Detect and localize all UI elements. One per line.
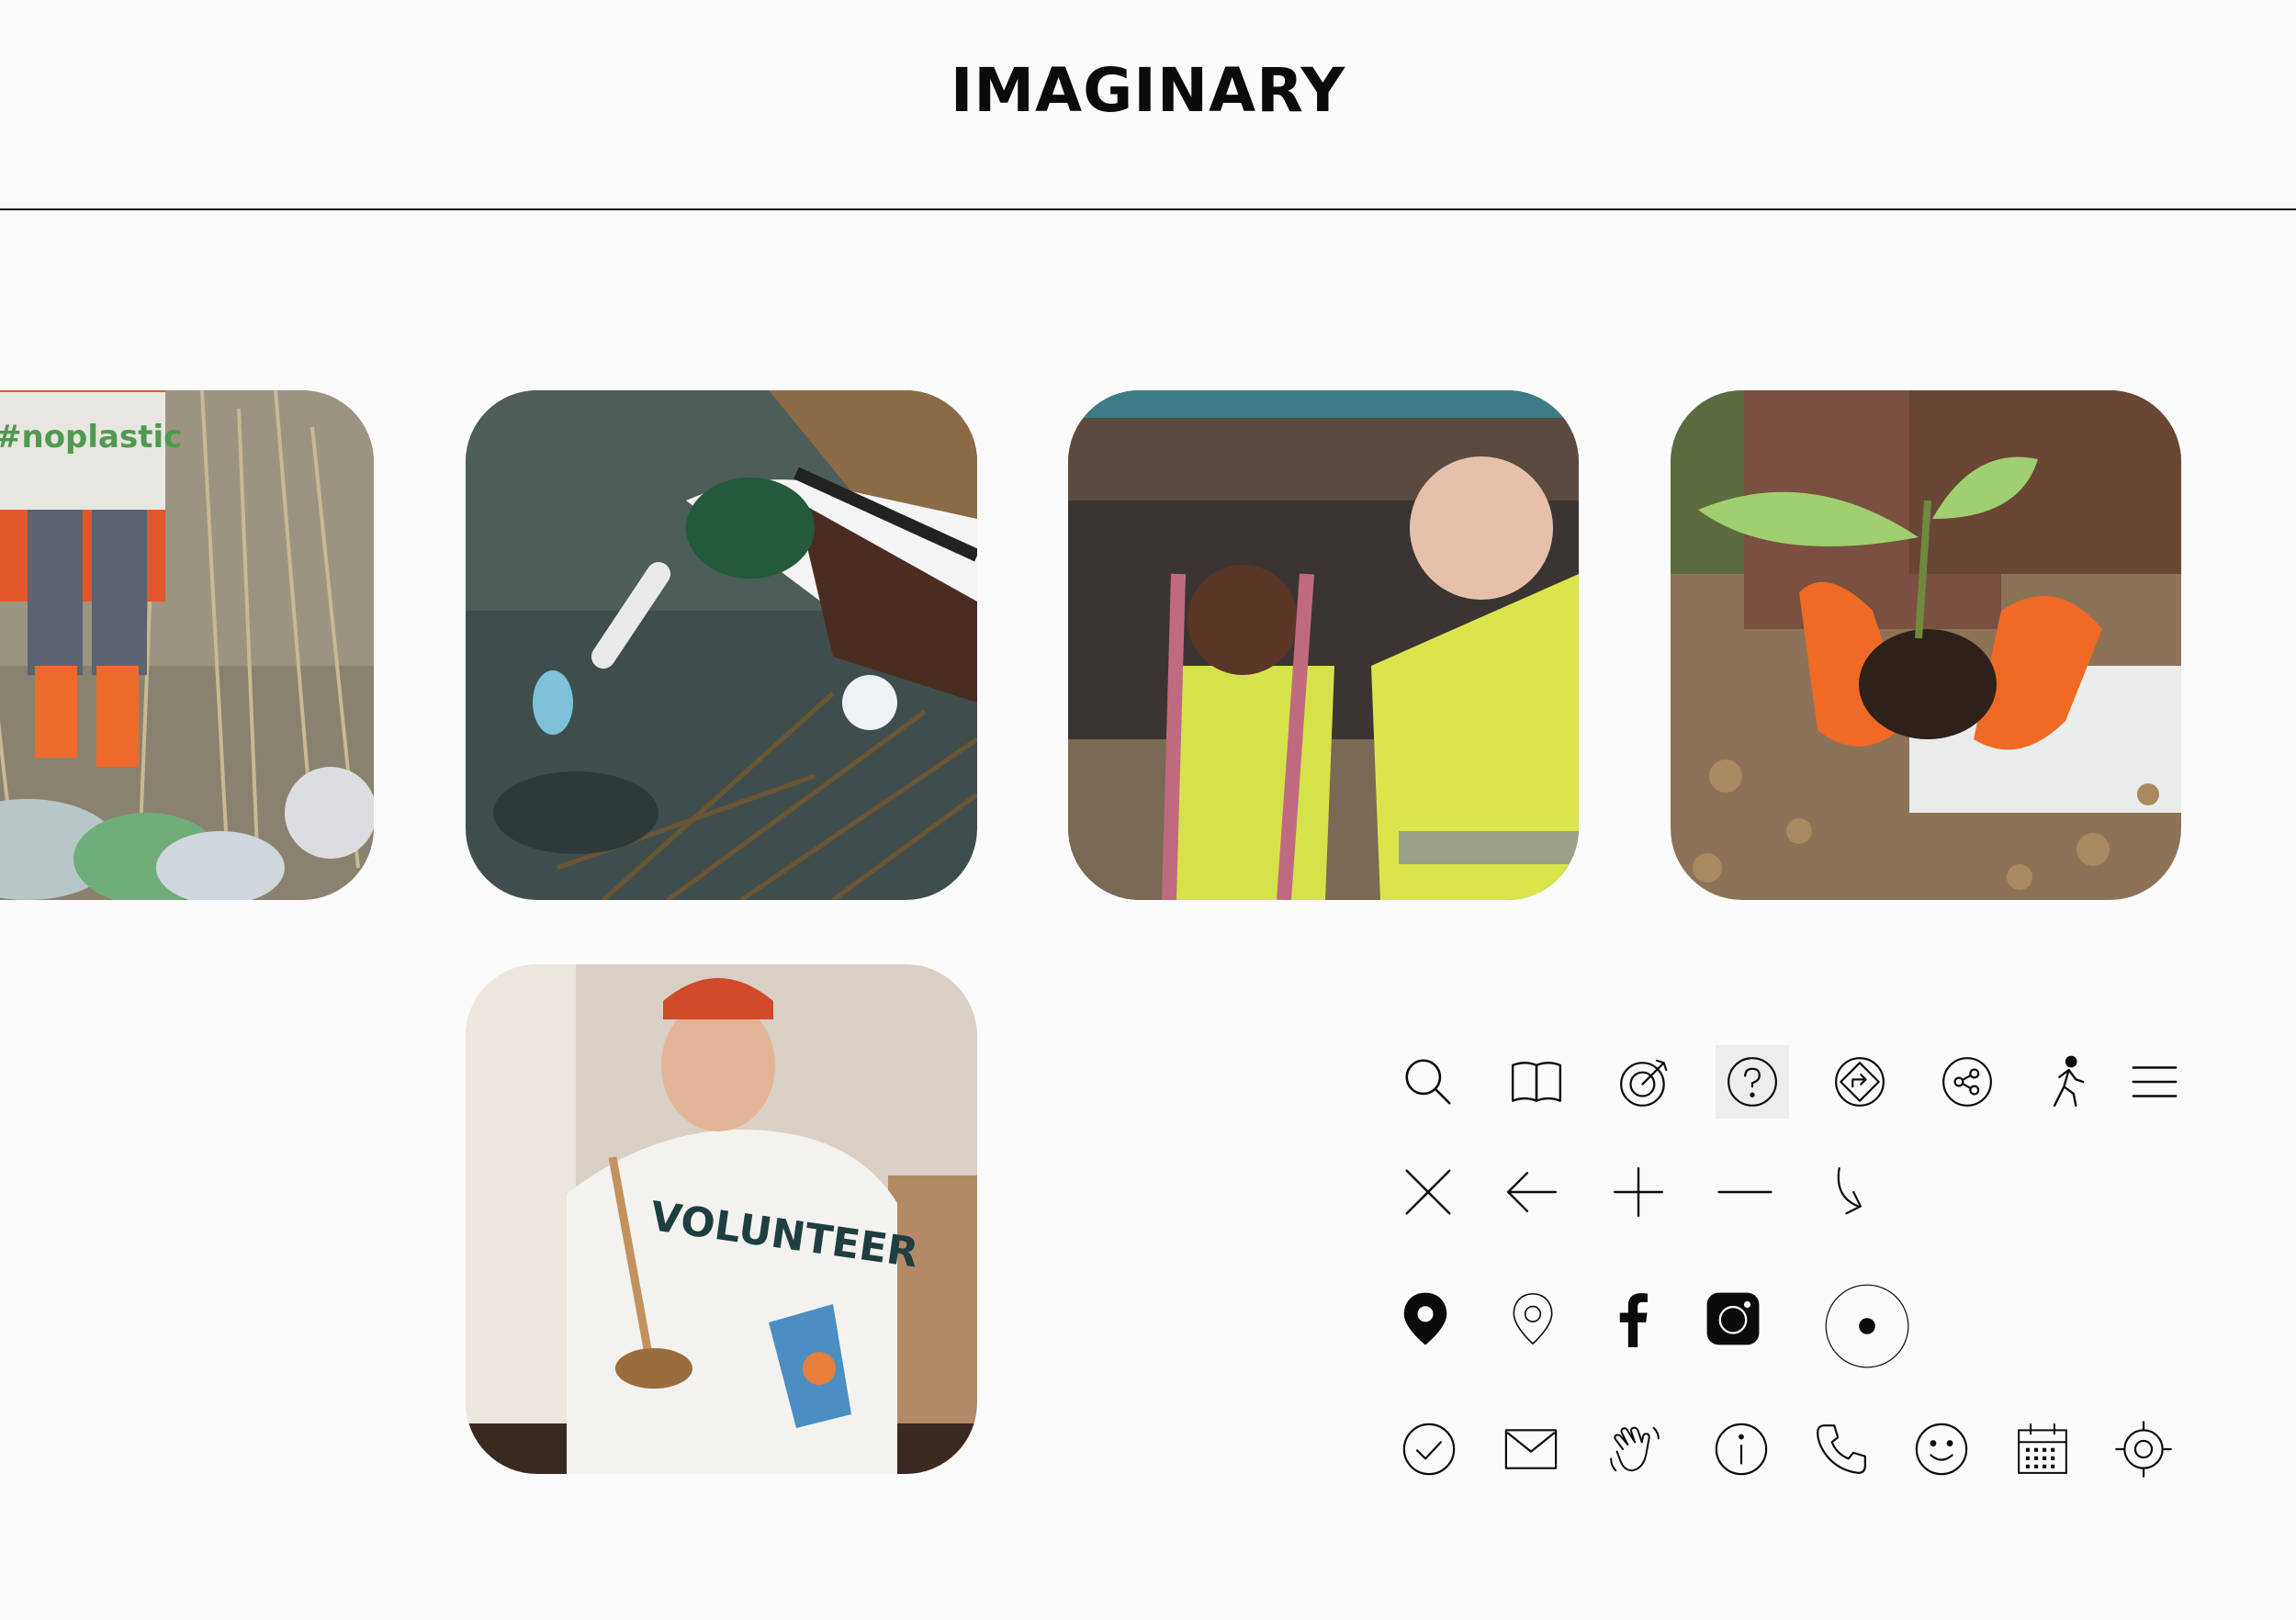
location-pin-filled-icon[interactable]: [1389, 1282, 1462, 1356]
smile-icon[interactable]: [1905, 1412, 1978, 1486]
sign-text: #noplastic: [0, 419, 182, 456]
walk-icon[interactable]: [2030, 1045, 2103, 1119]
minus-icon[interactable]: [1708, 1155, 1782, 1229]
wave-hand-icon[interactable]: [1598, 1412, 1671, 1486]
help-icon[interactable]: [1716, 1045, 1789, 1119]
calendar-icon[interactable]: [2006, 1412, 2079, 1486]
phone-icon[interactable]: [1805, 1412, 1878, 1486]
arrow-left-icon[interactable]: [1495, 1155, 1569, 1229]
radio-dot-icon[interactable]: [1823, 1282, 1911, 1370]
brand-logo[interactable]: IMAGINARY: [0, 55, 2296, 126]
header: IMAGINARY: [0, 0, 2296, 210]
book-icon[interactable]: [1500, 1045, 1573, 1119]
menu-icon[interactable]: [2118, 1045, 2191, 1119]
crosshair-icon[interactable]: [2107, 1412, 2180, 1486]
photo-river-cleanup[interactable]: [466, 390, 977, 900]
photo-volunteers-vests[interactable]: [1068, 390, 1579, 900]
close-icon[interactable]: [1391, 1155, 1465, 1229]
info-icon[interactable]: [1705, 1412, 1778, 1486]
photo-volunteer-kitchen[interactable]: VOLUNTEER: [466, 964, 977, 1474]
plus-icon[interactable]: [1602, 1155, 1675, 1229]
search-icon[interactable]: [1391, 1045, 1465, 1119]
instagram-icon[interactable]: [1696, 1282, 1770, 1356]
directions-icon[interactable]: [1823, 1045, 1896, 1119]
header-divider: [0, 208, 2296, 210]
photo-noplastic[interactable]: #noplastic: [0, 390, 374, 900]
photo-seedling[interactable]: [1671, 390, 2181, 900]
turn-arrow-icon[interactable]: [1812, 1155, 1885, 1229]
share-icon[interactable]: [1930, 1045, 2004, 1119]
check-circle-icon[interactable]: [1392, 1412, 1466, 1486]
mail-icon[interactable]: [1494, 1412, 1568, 1486]
target-icon[interactable]: [1608, 1045, 1682, 1119]
facebook-icon[interactable]: [1596, 1282, 1670, 1356]
location-pin-outline-icon[interactable]: [1496, 1282, 1570, 1356]
